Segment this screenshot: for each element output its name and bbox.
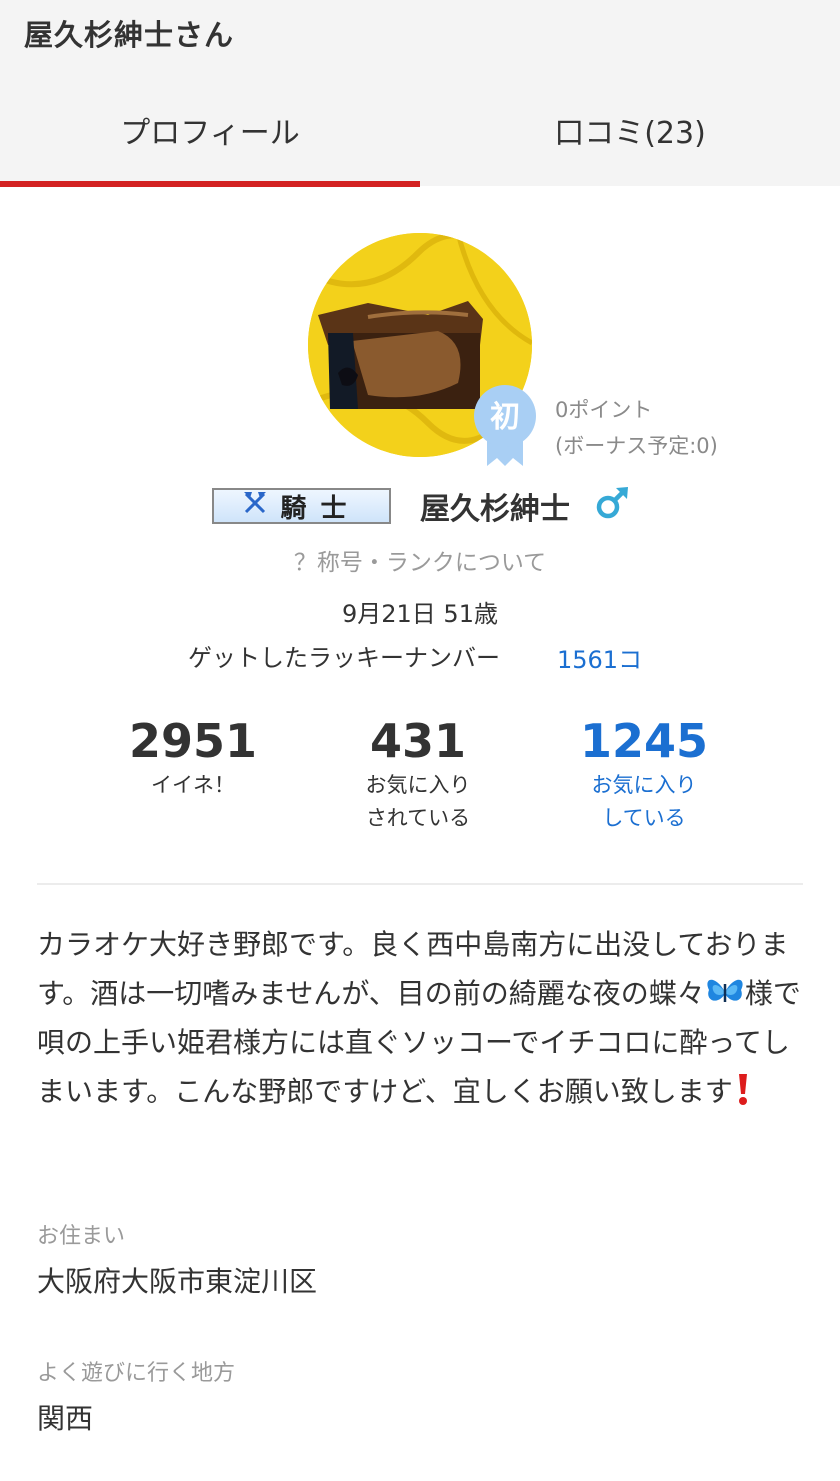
first-timer-badge: 初: [474, 385, 536, 466]
stat-likes[interactable]: 2951 イイネ！: [83, 713, 303, 802]
stat-value: 431: [369, 714, 467, 768]
badge-text: 初: [490, 400, 520, 435]
exclamation-emoji: [738, 1074, 747, 1105]
points-value: 0ポイント: [555, 398, 653, 422]
butterfly-emoji: [707, 979, 743, 1002]
stat-label: お気に入り: [365, 773, 471, 797]
rank-badge: 騎士: [212, 488, 391, 524]
lucky-number-label: ゲットしたラッキーナンバー: [188, 644, 500, 672]
tab-reviews[interactable]: 口コミ(23): [420, 108, 840, 152]
stat-favoriting[interactable]: 1245 お気に入り している: [534, 713, 754, 835]
region-value: 関西: [37, 1402, 94, 1435]
male-icon: [596, 487, 628, 519]
stat-value: 2951: [128, 714, 258, 768]
bio-part: カラオケ大好き野郎です。良く西中島南方に出没しております。酒は一切嗜みませんが、…: [37, 928, 789, 1010]
tab-profile[interactable]: プロフィール: [0, 108, 420, 152]
birthday-age: 9月21日 51歳: [342, 600, 498, 628]
page-title: 屋久杉紳士さん: [24, 18, 235, 52]
app-header: 屋久杉紳士さん プロフィール 口コミ(23): [0, 0, 840, 187]
stat-label: されている: [365, 806, 471, 830]
bio-text: カラオケ大好き野郎です。良く西中島南方に出没しております。酒は一切嗜みませんが、…: [37, 920, 809, 1116]
crossed-axes-icon: [242, 490, 268, 522]
bonus-value: (ボーナス予定:0): [555, 434, 718, 458]
section-divider: [37, 883, 803, 885]
stat-label: イイネ！: [151, 773, 235, 797]
points-info: 0ポイント (ボーナス予定:0): [555, 392, 718, 464]
lucky-number-link[interactable]: 1561コ: [557, 640, 642, 675]
stat-label: お気に入り: [591, 773, 697, 797]
active-tab-indicator: [0, 181, 420, 187]
rank-info-link[interactable]: ？称号・ランクについて: [0, 543, 840, 577]
stat-label: している: [602, 806, 686, 830]
residence-value: 大阪府大阪市東淀川区: [37, 1265, 318, 1298]
rank-label: 騎士: [280, 493, 361, 524]
stat-favorited-by[interactable]: 431 お気に入り されている: [308, 713, 528, 835]
residence-label: お住まい: [37, 1224, 126, 1249]
region-label: よく遊びに行く地方: [37, 1361, 236, 1386]
user-name: 屋久杉紳士: [420, 492, 570, 527]
stat-value: 1245: [579, 714, 709, 768]
